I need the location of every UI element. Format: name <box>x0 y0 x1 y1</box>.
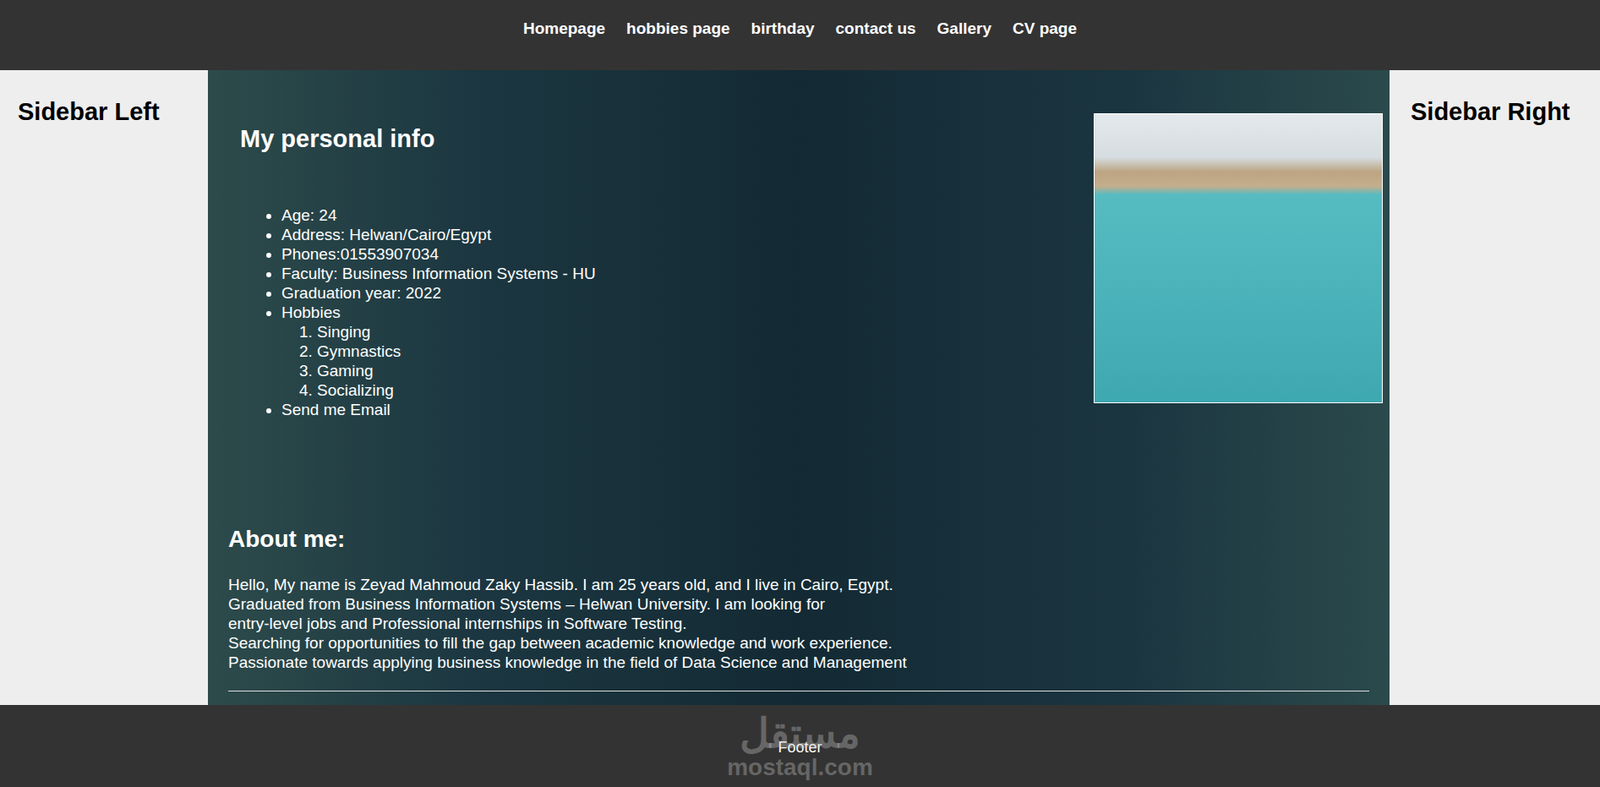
info-item: Send me Email <box>281 399 596 420</box>
info-item: Age: 24 <box>281 205 596 225</box>
info-item: Faculty: Business Information Systems - … <box>281 263 596 284</box>
hobby-item: Socializing <box>316 380 596 400</box>
info-item: HobbiesSingingGymnasticsGamingSocializin… <box>281 302 596 400</box>
footer-text: Footer <box>777 737 822 757</box>
nav-link[interactable]: birthday <box>751 18 815 39</box>
hobby-item: Singing <box>316 322 596 342</box>
info-title: My personal info <box>240 124 596 153</box>
info-row: My personal info Age: 24Address: Helwan/C… <box>228 113 1370 420</box>
about-line: Hello, My name is Zeyad Mahmoud Zaky Has… <box>228 574 1370 595</box>
sidebar-title: Sidebar Left <box>17 97 208 126</box>
info-item: Phones:01553907034 <box>281 244 596 264</box>
about-line: Searching for opportunities to fill the … <box>228 633 1370 653</box>
divider <box>228 690 1370 692</box>
sidebar-right: Sidebar Right <box>1389 70 1600 705</box>
info-item: Graduation year: 2022 <box>281 283 596 303</box>
hobby-item: Gaming <box>316 360 596 381</box>
content-row: Sidebar Left My personal info Age: 24Addre… <box>0 70 1600 705</box>
sidebar-left: Sidebar Left <box>0 70 208 705</box>
watermark-latin: mostaql.com <box>726 754 874 781</box>
nav-link[interactable]: Homepage <box>523 18 606 39</box>
sidebar-title: Sidebar Right <box>1410 97 1600 126</box>
about-line: entry-level jobs and Professional intern… <box>228 613 1370 634</box>
personal-info: My personal info Age: 24Address: Helwan/C… <box>228 113 596 420</box>
about-line: Graduated from Business Information Syst… <box>228 594 1370 614</box>
nav-link[interactable]: Gallery <box>937 18 992 39</box>
info-list: Age: 24Address: Helwan/Cairo/EgyptPhones… <box>240 205 596 420</box>
nav-link[interactable]: CV page <box>1012 18 1077 39</box>
info-item: Address: Helwan/Cairo/Egypt <box>281 224 596 245</box>
profile-photo <box>1093 113 1383 404</box>
hobby-item: Gymnastics <box>316 341 596 361</box>
top-nav: Homepage hobbies page birthday contact us Ga… <box>0 0 1600 71</box>
footer: Footerمستقلmostaql.com <box>0 704 1600 787</box>
about-line: Passionate towards applying business kno… <box>228 652 1370 672</box>
nav-link[interactable]: contact us <box>835 18 917 39</box>
main-content: My personal info Age: 24Address: Helwan/C… <box>207 70 1390 705</box>
about-title: About me: <box>228 524 1370 554</box>
about-section: About me: Hello, My name is Zeyad Mahmoud… <box>228 524 1370 672</box>
page: Homepage hobbies page birthday contact us Ga… <box>0 0 1600 787</box>
hobbies-list: SingingGymnasticsGamingSocializing <box>281 322 596 400</box>
nav-link[interactable]: hobbies page <box>626 18 730 39</box>
about-text: Hello, My name is Zeyad Mahmoud Zaky Has… <box>228 574 1370 672</box>
